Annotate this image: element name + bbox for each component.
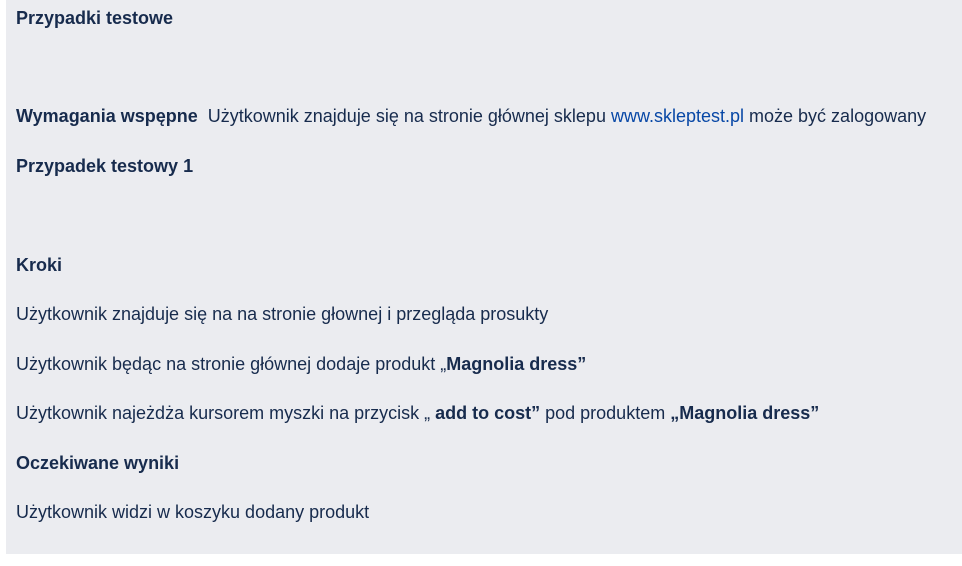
product-name: „Magnolia dress” [670,403,820,423]
page-heading: Przypadki testowe [16,8,174,28]
test-case-title: Przypadek testowy 1 [16,156,194,176]
step-item: Użytkownik najeżdża kursorem myszki na p… [16,401,819,425]
preconditions-label: Wymagania wspępne [16,106,198,126]
store-link[interactable]: www.skleptest.pl [611,106,744,126]
step-text-middle: pod produktem [540,403,671,423]
step-item: Użytkownik znajduje się na na stronie gł… [16,304,549,324]
steps-heading: Kroki [16,255,63,275]
step-text: Użytkownik będąc na stronie głównej doda… [16,354,447,374]
product-name: Magnolia dress” [446,354,587,374]
step-item: Użytkownik będąc na stronie głównej doda… [16,352,586,376]
step-text: Użytkownik najeżdża kursorem myszki na p… [16,403,436,423]
preconditions-line: Wymagania wspępne Użytkownik znajduje si… [16,104,926,128]
expected-results-heading: Oczekiwane wyniki [16,453,180,473]
content-panel: Przypadki testowe Wymagania wspępne Użyt… [6,0,962,554]
preconditions-text-after: może być zalogowany [744,106,927,126]
expected-result-item: Użytkownik widzi w koszyku dodany produk… [16,502,370,522]
preconditions-text: Użytkownik znajduje się na stronie główn… [207,106,611,126]
button-name: add to cost” [435,403,541,423]
